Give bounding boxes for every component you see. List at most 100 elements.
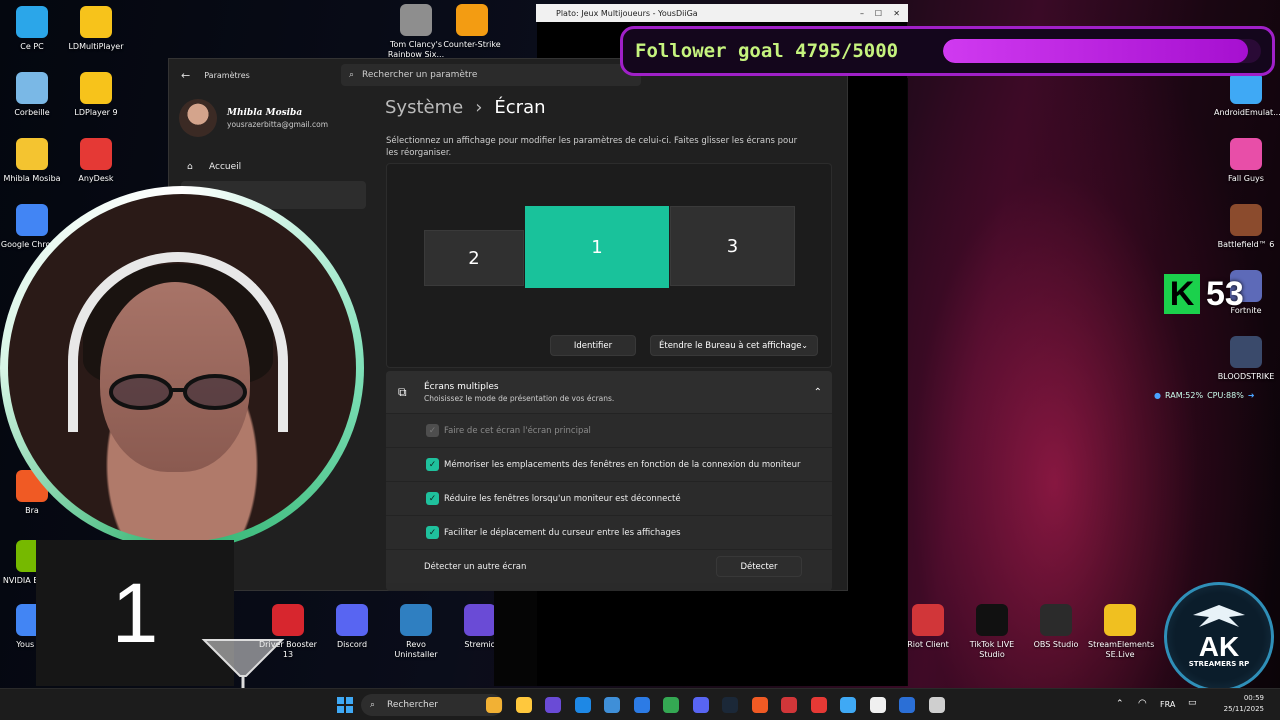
taskbar-app-icon[interactable] (781, 697, 797, 713)
taskbar-app-icon[interactable] (840, 697, 856, 713)
checkbox[interactable]: ✓ (426, 492, 439, 505)
checkbox: ✓ (426, 424, 439, 437)
desktop-icon[interactable]: Battlefield™ 6 (1214, 204, 1278, 250)
taskbar-app-icon[interactable] (515, 697, 532, 713)
taskbar-app-icon[interactable] (486, 697, 502, 713)
taskbar-app-icon[interactable] (810, 697, 827, 713)
desktop-icon-icon (464, 604, 496, 636)
desktop-icon[interactable]: Discord (320, 604, 384, 650)
checkbox[interactable]: ✓ (426, 458, 439, 471)
minimize-icon[interactable]: – (860, 9, 864, 18)
taskbar-app-icon[interactable] (899, 697, 915, 713)
desktop-icon[interactable]: Counter-Strike (440, 4, 504, 50)
desktop-icon[interactable]: LDMultiPlayer (64, 6, 128, 52)
desktop-icon-icon (400, 4, 432, 36)
desktop-icon[interactable]: Corbeille (0, 72, 64, 118)
detect-button[interactable]: Détecter (716, 556, 802, 577)
breadcrumb-parent[interactable]: Système (385, 97, 463, 118)
taskbar-search[interactable]: ⌕ Rechercher (361, 694, 503, 716)
tray-chevron-icon[interactable]: ⌃ (1116, 699, 1124, 709)
desktop-icon[interactable]: AndroidEmulat... (1214, 72, 1280, 118)
sidebar-item-home[interactable]: ⌂ Accueil (181, 153, 366, 181)
maximize-icon[interactable]: ☐ (875, 9, 882, 18)
taskbar-app-icon[interactable] (574, 697, 591, 713)
desktop-icon[interactable]: BLOODSTRIKE (1214, 336, 1278, 382)
chevron-up-icon[interactable]: ⌃ (814, 387, 822, 398)
extend-desktop-dropdown[interactable]: Étendre le Bureau à cet affichage ⌄ (650, 335, 818, 356)
taskbar-search-label: Rechercher (387, 700, 438, 710)
desktop-icon-icon (16, 6, 48, 38)
taskbar-app-icon[interactable] (751, 697, 768, 713)
system-monitor: ● RAM:52% CPU:88% ➜ (1154, 385, 1274, 405)
taskbar-app-icon[interactable] (663, 697, 679, 713)
option-label: Mémoriser les emplacements des fenêtres … (444, 459, 801, 470)
desktop-icon-label: Bra (25, 506, 39, 515)
taskbar-app-icon[interactable] (928, 697, 945, 713)
desktop-icon-icon (16, 204, 48, 236)
display-description: Sélectionnez un affichage pour modifier … (386, 136, 798, 158)
option-label: Faciliter le déplacement du curseur entr… (444, 527, 681, 538)
browser-title: Plato: Jeux Multijoueurs - YousDiiGa (556, 8, 698, 18)
detect-row: Détecter un autre écran Détecter (386, 549, 832, 583)
arrow-icon[interactable]: ➜ (1248, 391, 1255, 400)
monitor-3[interactable]: 3 (670, 206, 795, 286)
app-title: Paramètres (204, 70, 250, 80)
desktop-icon-icon (1230, 204, 1262, 236)
taskbar-app-icon[interactable] (545, 697, 561, 713)
ak-title: AK (1198, 631, 1240, 662)
desktop-icon[interactable]: TikTok LIVE Studio (960, 604, 1024, 660)
desktop-icon-label: TikTok LIVE Studio (969, 640, 1015, 659)
identify-button[interactable]: Identifier (550, 335, 636, 356)
taskbar-app-icon[interactable] (604, 697, 620, 713)
taskbar-app-icon[interactable] (692, 697, 709, 713)
desktop-icon[interactable]: Ce PC (0, 6, 64, 52)
desktop-icon[interactable]: OBS Studio (1024, 604, 1088, 650)
detect-label: Détecter un autre écran (424, 561, 527, 572)
browser-titlebar[interactable]: Plato: Jeux Multijoueurs - YousDiiGa – ☐… (536, 4, 908, 22)
desktop-icon[interactable]: Tom Clancy's Rainbow Six... (384, 4, 448, 60)
desktop-icon[interactable]: StreamElements SE.Live (1088, 604, 1154, 660)
monitor-2[interactable]: 2 (424, 230, 524, 286)
avatar (179, 99, 217, 137)
search-icon: ⌕ (370, 700, 376, 710)
close-icon[interactable]: ✕ (893, 9, 900, 18)
clock[interactable]: 00:59 25/11/2025 (1224, 693, 1264, 715)
desktop-icon[interactable]: LDPlayer 9 (64, 72, 128, 118)
ak-subtitle: STREAMERS RP (1188, 660, 1250, 668)
multiple-displays-header[interactable]: ⧉ Écrans multiples Choisissez le mode de… (386, 371, 832, 413)
taskbar-app-icon[interactable] (869, 697, 886, 713)
options-list: ✓ Faire de cet écran l'écran principal ✓ Mé… (386, 413, 832, 549)
section-title: Écrans multiples (424, 381, 499, 392)
desktop-icon-icon (1040, 604, 1072, 636)
multiple-displays-section: ⧉ Écrans multiples Choisissez le mode de… (386, 371, 832, 591)
desktop-icon-label: Battlefield™ 6 (1217, 240, 1275, 249)
wifi-icon[interactable]: ◠ (1138, 698, 1147, 709)
network-icon[interactable]: ▭ (1188, 698, 1197, 708)
desktop-icon[interactable]: AnyDesk (64, 138, 128, 184)
back-icon[interactable]: ← (181, 69, 190, 82)
option-row[interactable]: ✓ Réduire les fenêtres lorsqu'un moniteur… (386, 481, 832, 515)
desktop-icon[interactable]: Fall Guys (1214, 138, 1278, 184)
desktop-icon-icon (80, 72, 112, 104)
option-row[interactable]: ✓ Faciliter le déplacement du curseur ent… (386, 515, 832, 549)
settings-search-input[interactable]: ⌕ Rechercher un paramètre (341, 64, 641, 86)
desktop-icon-label: Fall Guys (1228, 174, 1264, 183)
kill-counter: 53 (1206, 274, 1244, 313)
taskbar-app-icon[interactable] (633, 697, 650, 713)
clock-date: 25/11/2025 (1223, 705, 1264, 713)
user-name: Mhibla Mosiba (227, 107, 303, 118)
monitor-1[interactable]: 1 (525, 206, 669, 288)
desktop-icon[interactable]: Revo Uninstaller (384, 604, 448, 660)
desktop-icon-label: LDPlayer 9 (74, 108, 118, 117)
user-profile[interactable]: Mhibla Mosiba yousrazerbitta@gmail.com (179, 99, 328, 137)
taskbar-app-icon[interactable] (722, 697, 738, 713)
clock-time: 00:59 (1243, 694, 1264, 702)
option-row[interactable]: ✓ Mémoriser les emplacements des fenêtres… (386, 447, 832, 481)
desktop-icon-icon (912, 604, 944, 636)
desktop-icon-icon (1230, 138, 1262, 170)
language-indicator[interactable]: FRA (1160, 700, 1175, 709)
checkbox[interactable]: ✓ (426, 526, 439, 539)
desktop-icon[interactable]: Mhibla Mosiba (0, 138, 64, 184)
breadcrumb-separator: › (475, 97, 483, 118)
windows-start-icon[interactable] (337, 697, 353, 713)
